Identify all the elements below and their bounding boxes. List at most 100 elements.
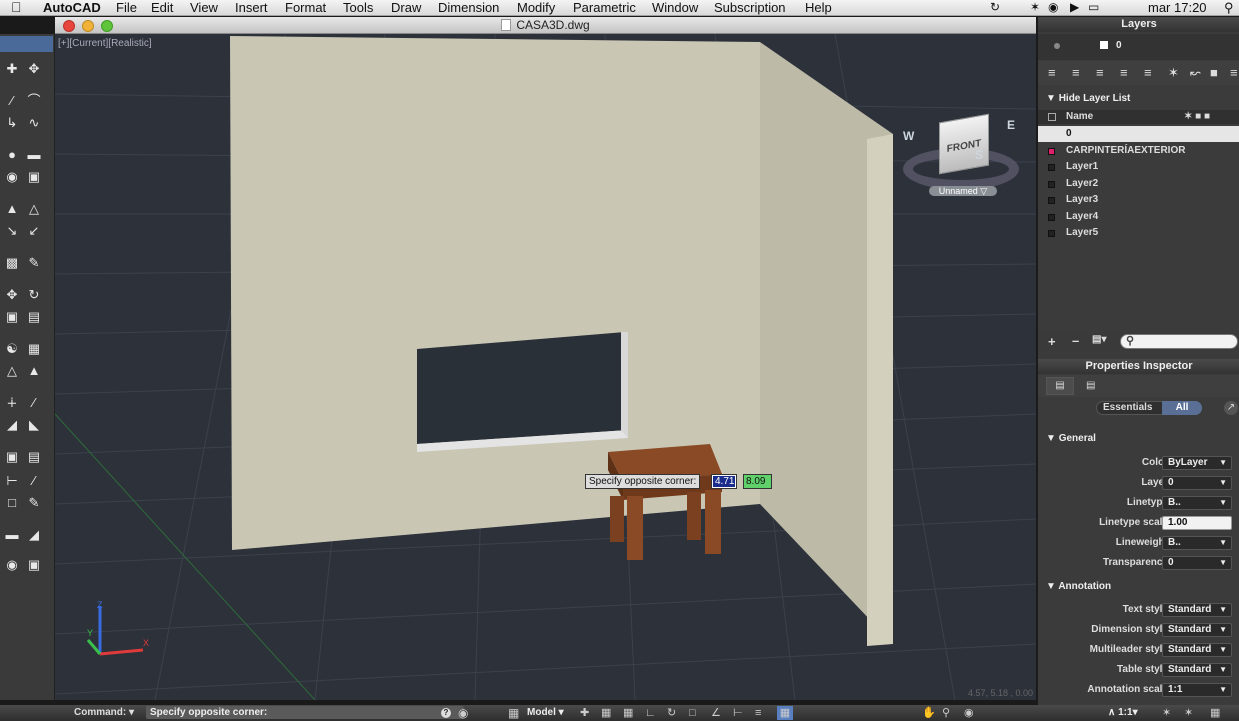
mirror-tool-icon[interactable]: △: [3, 362, 21, 380]
sweep-tool-icon[interactable]: ↘: [3, 222, 21, 240]
dropdown-arrow-icon[interactable]: ▼: [1219, 604, 1227, 616]
quick-properties-tab-icon[interactable]: ▤: [1086, 377, 1095, 395]
annotation-scale-menu[interactable]: ∧ 1:1▾: [1108, 706, 1138, 720]
menu-draw[interactable]: Draw: [391, 0, 421, 15]
layer-row[interactable]: Layer5: [1038, 225, 1239, 241]
ucs-icon[interactable]: ✥: [25, 60, 43, 78]
property-value-text[interactable]: B..: [1168, 497, 1181, 508]
layer-row[interactable]: 0: [1038, 126, 1239, 142]
layer-row[interactable]: Layer4: [1038, 209, 1239, 225]
menu-insert[interactable]: Insert: [235, 0, 268, 15]
workspace-icon[interactable]: ▦: [1210, 706, 1220, 720]
layer-color-icon[interactable]: [1048, 180, 1055, 188]
command-help-icon[interactable]: ?: [441, 708, 451, 718]
layer-match-icon[interactable]: ≡: [1072, 65, 1080, 80]
layer-previous-icon[interactable]: ≡: [1096, 65, 1104, 80]
name-column-header[interactable]: Name: [1066, 110, 1093, 124]
grid-icon[interactable]: ▦: [601, 706, 611, 720]
otrack-icon[interactable]: ∠: [711, 706, 721, 720]
spline-tool-icon[interactable]: ∿: [25, 114, 43, 132]
current-layer-name[interactable]: 0: [1116, 40, 1122, 51]
explode-tool-icon[interactable]: ▣: [3, 448, 21, 466]
layer-color-icon[interactable]: [1048, 213, 1055, 221]
layer-unisolate-icon[interactable]: ≡: [1144, 65, 1152, 80]
menu-subscription[interactable]: Subscription: [714, 0, 786, 15]
layer-color-icon[interactable]: [1048, 197, 1055, 204]
layer-name[interactable]: 0: [1066, 126, 1072, 142]
layer-name[interactable]: Layer5: [1066, 225, 1098, 241]
layer-columns-menu[interactable]: ▤▾: [1092, 334, 1106, 345]
menu-edit[interactable]: Edit: [151, 0, 173, 15]
box-tool-icon[interactable]: ▣: [25, 168, 43, 186]
measure-tool-icon[interactable]: ▬: [3, 526, 21, 544]
essentials-tab[interactable]: Essentials: [1103, 402, 1152, 414]
compass-s[interactable]: S: [975, 148, 983, 162]
mirror3d-tool-icon[interactable]: ▲: [25, 362, 43, 380]
layer-off-icon[interactable]: ↜: [1190, 65, 1201, 81]
layer-name[interactable]: Layer2: [1066, 176, 1098, 192]
layer-name[interactable]: Layer3: [1066, 192, 1098, 208]
layer-row[interactable]: Layer2: [1038, 176, 1239, 192]
property-value[interactable]: Standard ▼: [1162, 623, 1232, 637]
layer-color-icon[interactable]: [1048, 147, 1055, 155]
move-tool-icon[interactable]: ✥: [3, 286, 21, 304]
layer-name[interactable]: CARPINTERÍAEXTERIOR: [1066, 143, 1185, 159]
dynamic-input-value-1-text[interactable]: 4.71: [713, 476, 735, 487]
property-value[interactable]: Standard ▼: [1162, 663, 1232, 677]
ducs-icon[interactable]: ⊢: [733, 706, 743, 720]
layer-states-icon[interactable]: ≡: [1048, 65, 1056, 80]
property-value-text[interactable]: 0: [1168, 557, 1174, 568]
viewport-label[interactable]: [+][Current][Realistic]: [58, 38, 152, 49]
dropdown-arrow-icon[interactable]: ▼: [1219, 684, 1227, 696]
layer-freeze-icon[interactable]: ✶: [1168, 65, 1179, 81]
property-value-text[interactable]: 0: [1168, 477, 1174, 488]
layer-search-input[interactable]: [1120, 334, 1238, 349]
menu-format[interactable]: Format: [285, 0, 326, 15]
create-block-icon[interactable]: ▣: [25, 556, 43, 574]
extend-tool-icon[interactable]: ∕: [25, 394, 43, 412]
command-search-icon[interactable]: ◉: [458, 706, 468, 720]
dropdown-arrow-icon[interactable]: ▼: [1219, 497, 1227, 509]
bluetooth-icon[interactable]: ✶: [1030, 0, 1040, 15]
freeze-column-icon[interactable]: ✶ ■ ■: [1184, 110, 1210, 124]
extrude-tool-icon[interactable]: ▲: [3, 200, 21, 218]
pencil-tool-icon[interactable]: ✎: [25, 254, 43, 272]
polyline-tool-icon[interactable]: ↳: [3, 114, 21, 132]
trim-tool-icon[interactable]: ∔: [3, 394, 21, 412]
stretch-tool-icon[interactable]: ▤: [25, 308, 43, 326]
pick-object-icon[interactable]: ↗: [1224, 401, 1238, 415]
menu-parametric[interactable]: Parametric: [573, 0, 636, 15]
dropdown-arrow-icon[interactable]: ▼: [1219, 457, 1227, 469]
ortho-icon[interactable]: ∟: [645, 706, 656, 720]
pan-icon[interactable]: ✋: [922, 706, 936, 720]
property-value-text[interactable]: 1.00: [1168, 517, 1187, 528]
rotate-tool-icon[interactable]: ↻: [25, 286, 43, 304]
snap-icon[interactable]: ✚: [580, 706, 589, 720]
loft-tool-icon[interactable]: ↙: [25, 222, 43, 240]
dimension-linear-icon[interactable]: ⊢: [3, 472, 21, 490]
clock[interactable]: mar 17:20: [1148, 0, 1207, 15]
dropdown-arrow-icon[interactable]: ▼: [1219, 664, 1227, 676]
add-layer-button[interactable]: +: [1048, 334, 1056, 349]
annotation-visibility-icon[interactable]: ✶: [1162, 706, 1171, 720]
ucs-menu[interactable]: Unnamed ▽: [929, 186, 997, 196]
layer-isolate-icon[interactable]: ≡: [1120, 65, 1128, 80]
circle-tool-icon[interactable]: ●: [3, 146, 21, 164]
property-value[interactable]: B.. ▼: [1162, 536, 1232, 550]
layer-more-icon[interactable]: ≡: [1230, 65, 1238, 80]
annotation-section-toggle[interactable]: ▼ Annotation: [1046, 581, 1111, 592]
layer-color-swatch[interactable]: [1100, 41, 1108, 49]
dynamic-input-value-2[interactable]: 8.09: [743, 474, 772, 489]
menu-modify[interactable]: Modify: [517, 0, 555, 15]
line-tool-icon[interactable]: ∕: [3, 92, 21, 110]
model-space-label[interactable]: Model: [527, 707, 556, 718]
transparency-icon[interactable]: ▦: [777, 706, 793, 720]
layer-color-icon[interactable]: [1048, 164, 1055, 171]
dropdown-arrow-icon[interactable]: ▼: [1219, 537, 1227, 549]
auto-scale-icon[interactable]: ✶: [1184, 706, 1193, 720]
angle-tool-icon[interactable]: ◢: [25, 526, 43, 544]
properties-tab-icon[interactable]: ▤: [1046, 377, 1074, 395]
property-value[interactable]: 0 ▼: [1162, 476, 1232, 490]
revolve-tool-icon[interactable]: △: [25, 200, 43, 218]
property-value[interactable]: 1.00: [1162, 516, 1232, 530]
